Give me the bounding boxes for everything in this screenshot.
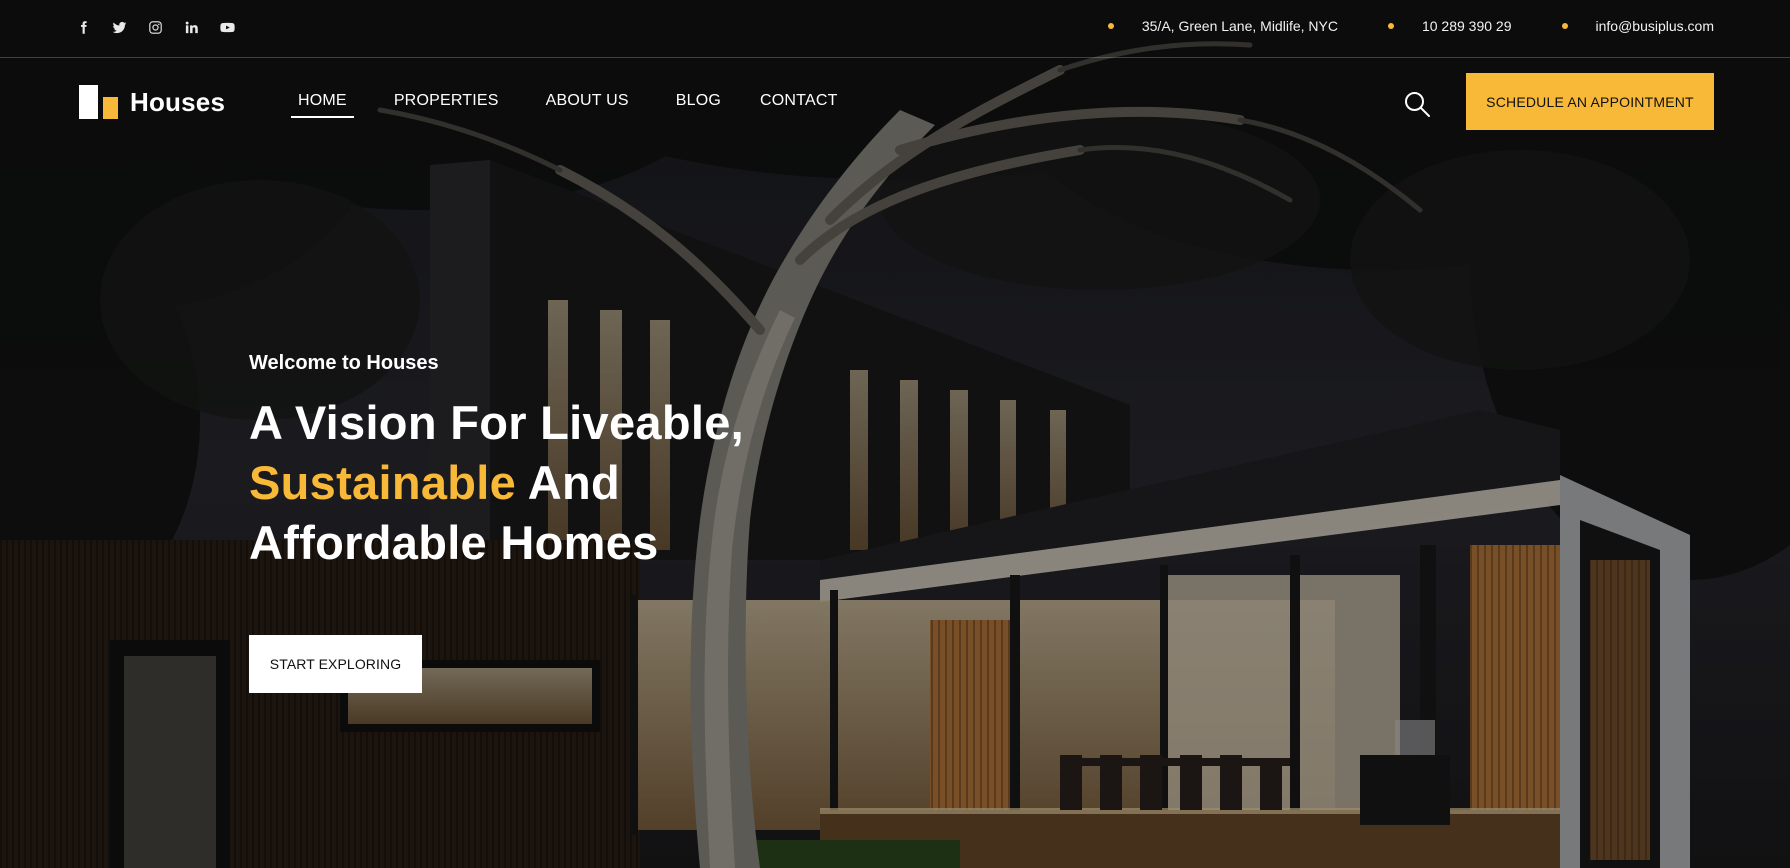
- nav-item-about-us[interactable]: ABOUT US: [539, 92, 636, 118]
- phone-item[interactable]: 10 289 390 29: [1387, 18, 1512, 34]
- brand-logo[interactable]: Houses: [79, 85, 225, 119]
- nav-item-contact[interactable]: CONTACT: [753, 92, 845, 118]
- email-item[interactable]: info@busiplus.com: [1561, 18, 1715, 34]
- headline-line-1: A Vision For Liveable,: [249, 396, 745, 449]
- hero-eyebrow: Welcome to Houses: [249, 352, 439, 374]
- nav-item-blog[interactable]: BLOG: [669, 92, 728, 118]
- bullet-dot-icon: [1387, 23, 1394, 29]
- primary-nav: HOME PROPERTIES ABOUT US BLOG CONTACT: [291, 92, 845, 118]
- schedule-appointment-button[interactable]: SCHEDULE AN APPOINTMENT: [1466, 73, 1714, 130]
- contact-info: 35/A, Green Lane, Midlife, NYC 10 289 39…: [1107, 18, 1715, 34]
- address-text: 35/A, Green Lane, Midlife, NYC: [1141, 18, 1338, 34]
- start-exploring-button[interactable]: START EXPLORING: [249, 635, 422, 693]
- email-text[interactable]: info@busiplus.com: [1596, 18, 1715, 34]
- logo-mark-icon: [79, 85, 118, 119]
- phone-text[interactable]: 10 289 390 29: [1422, 18, 1512, 34]
- nav-item-properties[interactable]: PROPERTIES: [387, 92, 506, 118]
- headline-line-2-rest: And: [516, 456, 620, 509]
- twitter-icon[interactable]: [110, 18, 128, 36]
- instagram-icon[interactable]: [146, 18, 164, 36]
- hero-content: Welcome to Houses A Vision For Liveable,…: [249, 352, 949, 693]
- top-bar: 35/A, Green Lane, Midlife, NYC 10 289 39…: [0, 0, 1790, 58]
- search-icon[interactable]: [1403, 90, 1431, 118]
- brand-name: Houses: [130, 86, 226, 117]
- bullet-dot-icon: [1561, 23, 1568, 29]
- main-navbar: Houses HOME PROPERTIES ABOUT US BLOG CON…: [0, 58, 1790, 144]
- address-item: 35/A, Green Lane, Midlife, NYC: [1107, 18, 1338, 34]
- nav-item-home[interactable]: HOME: [291, 92, 354, 118]
- headline-line-3: Affordable Homes: [249, 516, 659, 569]
- facebook-icon[interactable]: [74, 18, 92, 36]
- linkedin-icon[interactable]: [182, 18, 200, 36]
- social-links: [74, 18, 236, 36]
- hero-headline: A Vision For Liveable, Sustainable And A…: [249, 393, 949, 573]
- headline-highlight: Sustainable: [249, 456, 517, 509]
- youtube-icon[interactable]: [218, 18, 236, 36]
- bullet-dot-icon: [1107, 23, 1114, 29]
